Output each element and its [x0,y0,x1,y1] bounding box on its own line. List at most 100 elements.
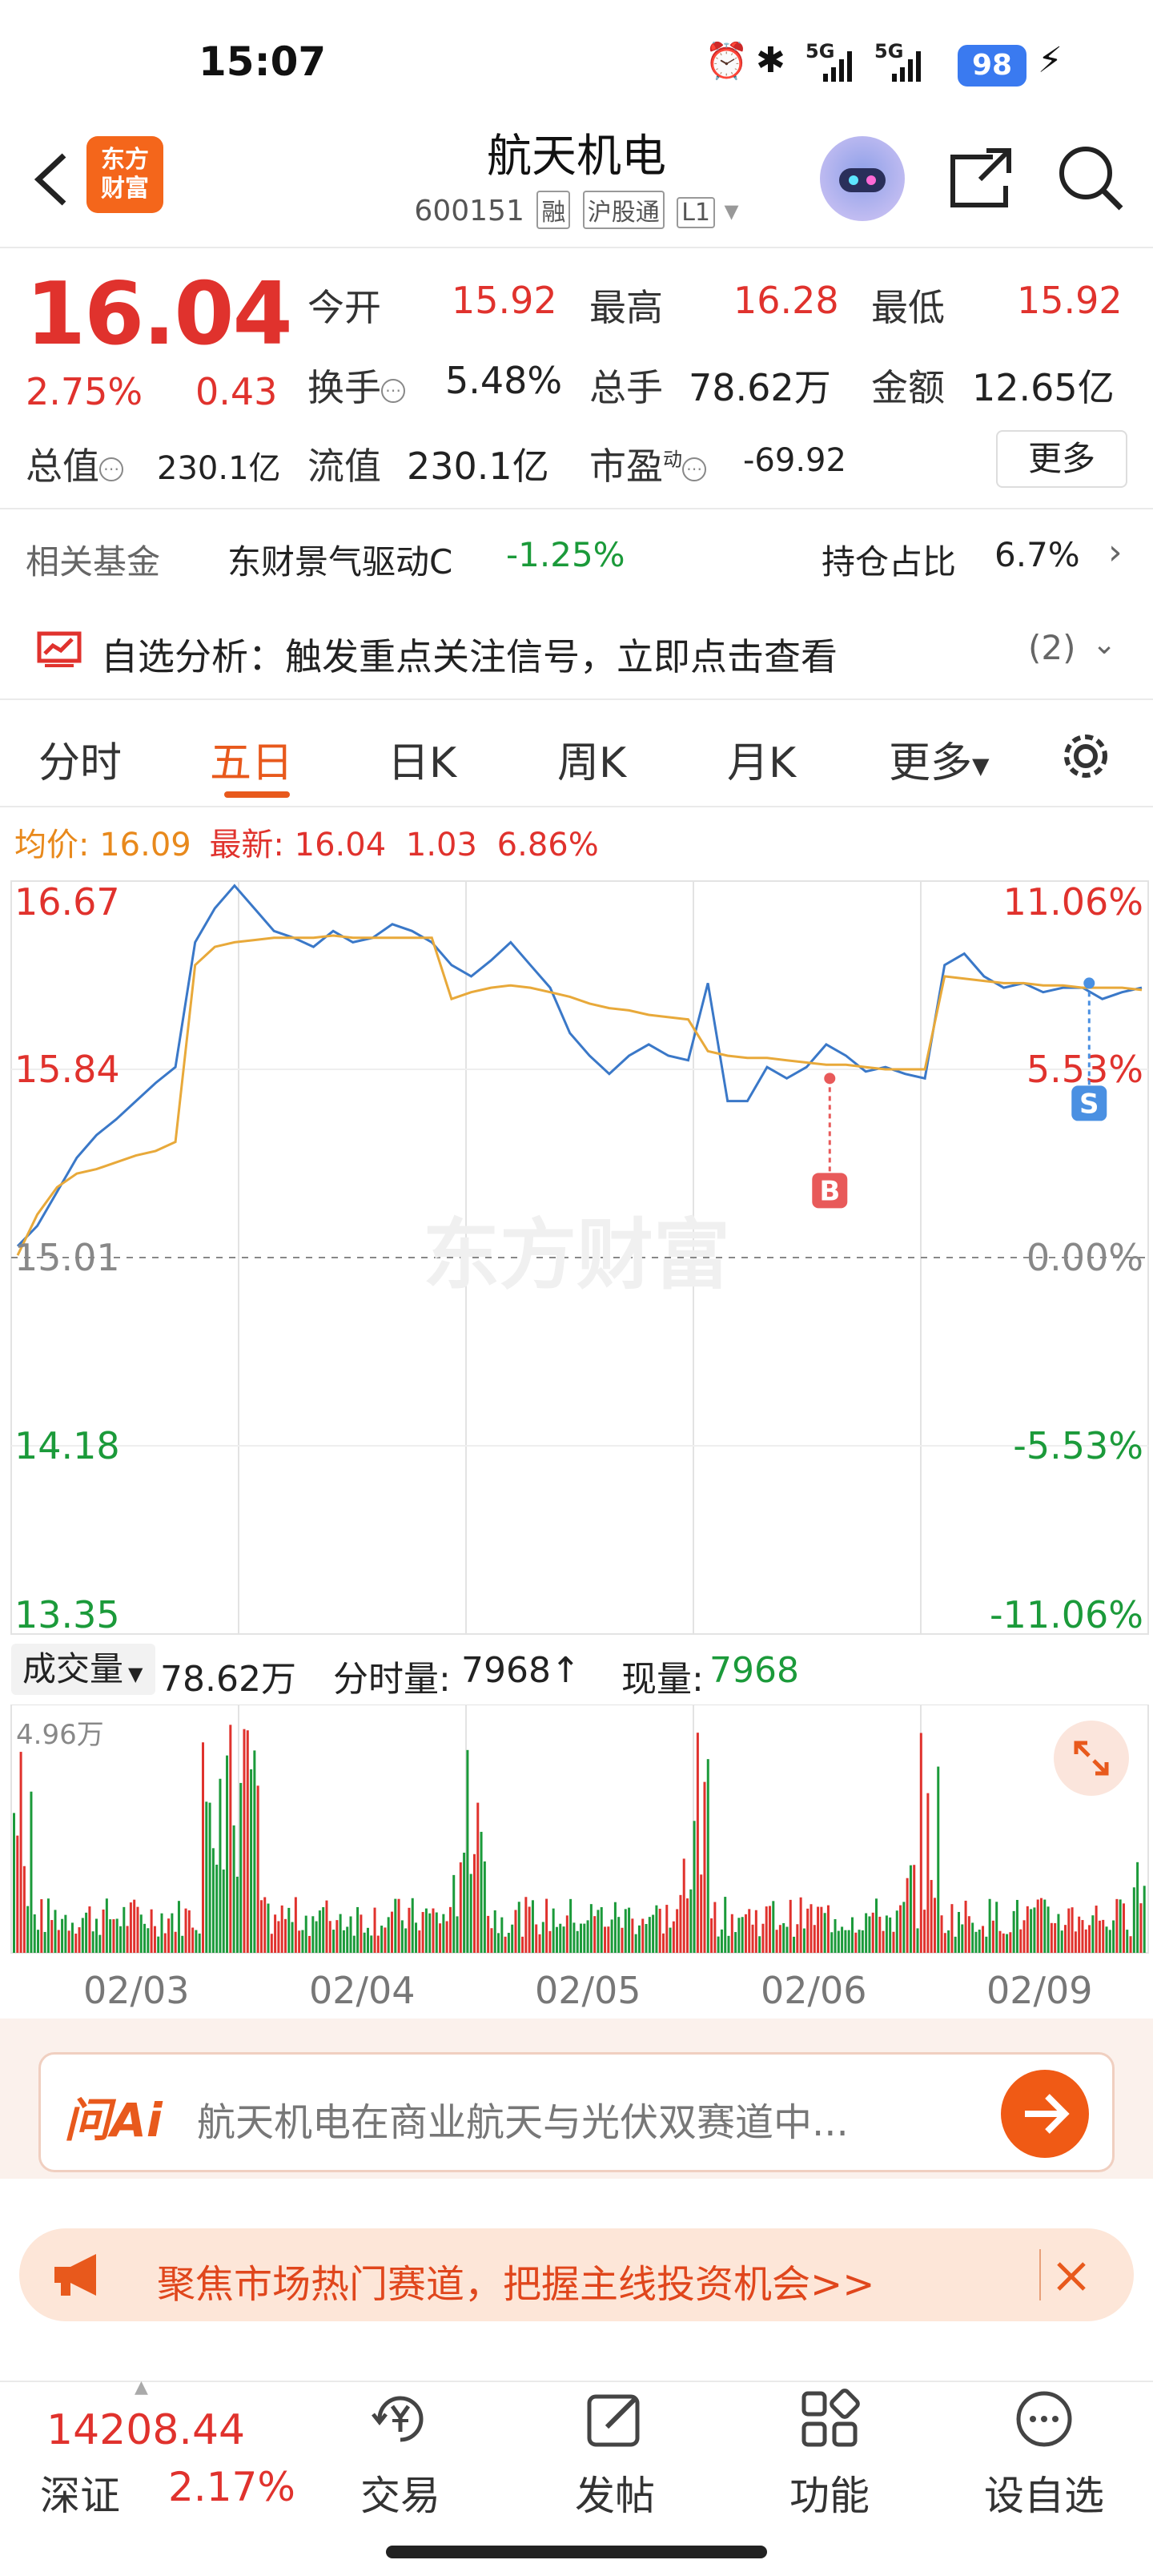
y-tick-label: 15.01 [14,1236,120,1279]
volume-bar [191,1927,195,1953]
info-icon[interactable]: ⋯ [381,378,405,403]
nav-trade[interactable]: 交易 [336,2387,464,2522]
search-button[interactable] [1054,141,1126,213]
tab-more[interactable]: 更多▼ [889,729,990,789]
volume-bar [1139,1903,1143,1953]
price-line [16,883,1143,1247]
more-button[interactable]: 更多 [996,430,1127,488]
marker-s-label: S [1079,1088,1099,1120]
nav-post[interactable]: 发帖 [551,2387,679,2522]
volume-bar [259,1900,263,1953]
volume-bar [724,1897,727,1953]
volume-bar [1091,1915,1095,1953]
volume-bar [933,1898,936,1953]
high-value: 16.28 [733,279,839,322]
volume-bar [861,1930,864,1953]
marker-b-label: B [819,1175,840,1207]
volume-bar [631,1918,634,1953]
trade-yen-icon [368,2387,432,2451]
volume-bar [136,1906,139,1953]
index-value[interactable]: 14208.44 [46,2406,245,2454]
volume-bar [593,1916,597,1953]
volume-bar [1084,1929,1087,1953]
price-chart[interactable]: 东方财富 16.67 11.06% 15.84 5.53% 15.01 0.00% 14.18… [0,873,1153,1642]
caret-up-icon[interactable]: ▲ [135,2377,148,2397]
stock-code-row[interactable]: 600151 融 沪股通 L1 ▾ [376,191,777,229]
volume-total: 78.62万 [160,1659,296,1700]
volume-bar [1143,1886,1146,1953]
volume-bar [133,1899,136,1953]
volume-bar [604,1926,607,1953]
index-change[interactable]: 2.17% [168,2464,295,2510]
tab-weekly-k[interactable]: 周K [557,729,626,789]
volume-bar [802,1928,805,1953]
volume-bar [991,1920,994,1953]
x-tick-label: 02/05 [535,1969,641,2012]
volume-bar [717,1936,720,1953]
change-amount: 0.43 [195,370,278,413]
volume-bar [243,1729,246,1953]
tab-daily-k[interactable]: 日K [388,729,456,789]
volume-bar [806,1908,810,1953]
logo-line-2: 财富 [101,175,149,203]
info-icon[interactable]: ⋯ [99,457,123,481]
volume-bar [469,1874,472,1953]
volume-bar [408,1907,411,1953]
volume-bar [452,1874,456,1953]
volume-bar [521,1936,524,1953]
volume-bar [50,1920,54,1953]
battery-icon: 98 [958,45,1026,87]
volume-bar [160,1913,163,1953]
expand-button[interactable] [1054,1721,1129,1796]
pe-value: -69.92 [743,442,846,479]
banner-text[interactable]: 聚焦市场热门赛道，把握主线投资机会>> [157,2252,874,2308]
volume-bar [98,1934,102,1953]
info-icon[interactable]: ⋯ [682,457,706,481]
volume-bar [621,1927,624,1953]
volume-bar [346,1926,349,1953]
volume-indicator-select[interactable]: 成交量 ▼ [11,1644,155,1695]
tab-monthly-k[interactable]: 月K [727,729,796,789]
volume-bar [865,1913,868,1953]
volume-bar [91,1931,94,1953]
index-name[interactable]: 深证 [40,2464,120,2522]
volume-bar [580,1923,582,1953]
signal-row[interactable]: 自选分析：触发重点关注信号，立即点击查看 (2) ⌄ [0,607,1153,694]
volume-bar [1050,1922,1053,1953]
share-button[interactable] [945,141,1017,213]
volume-bar [74,1934,78,1953]
volume-bar [181,1935,184,1953]
volume-bar [967,1916,970,1953]
volume-bar [597,1910,600,1953]
volume-chart[interactable] [0,1705,1153,1961]
volume-bar [882,1930,885,1953]
volume-bar [789,1899,792,1953]
nav-add-watchlist[interactable]: 设自选 [980,2387,1108,2522]
related-fund-row[interactable]: 相关基金 东财景气驱动C -1.25% 持仓占比 6.7% › [0,519,1153,591]
banner-close-button[interactable] [1041,2248,1097,2304]
volume-bar [679,1894,682,1953]
signal-2-icon [874,50,926,82]
volume-bar [153,1926,156,1953]
back-button[interactable] [22,139,78,219]
tab-five-day[interactable]: 五日 [210,729,293,789]
volume-bar [366,1927,369,1953]
assistant-robot-icon[interactable] [820,136,905,221]
volume-bar [304,1915,307,1953]
y-tick-label: 14.18 [14,1424,120,1467]
ai-prompt-text[interactable]: 航天机电在商业航天与光伏双赛道中... [197,2091,849,2147]
volume-bar [61,1918,64,1953]
nav-functions[interactable]: 功能 [765,2387,894,2522]
volume-bar [652,1914,655,1953]
volume-bar [947,1930,950,1953]
volume-bar [418,1930,421,1953]
volume-bar [1026,1906,1029,1953]
volume-bar [311,1916,315,1953]
settings-gear-icon[interactable] [1055,726,1116,787]
volume-bar [645,1924,648,1953]
ai-go-button[interactable] [1001,2070,1089,2158]
ai-logo: 问Ai [64,2093,163,2147]
now-volume-value: 7968 [709,1650,799,1691]
volume-bar [298,1930,301,1953]
tab-intraday[interactable]: 分时 [38,729,122,789]
